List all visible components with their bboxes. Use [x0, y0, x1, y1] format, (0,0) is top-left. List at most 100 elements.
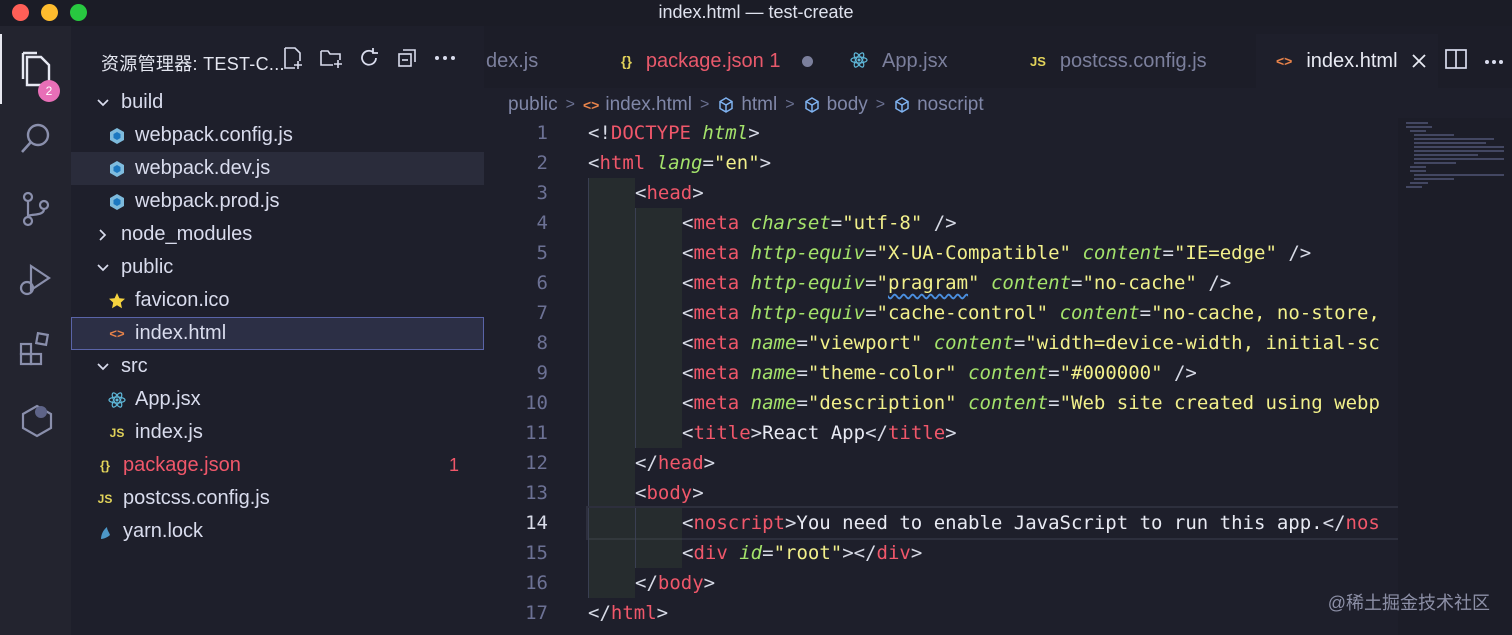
tree-file-webpack-dev[interactable]: webpack.dev.js	[71, 152, 484, 185]
breadcrumb-item[interactable]: html	[741, 94, 777, 116]
close-icon	[1411, 54, 1426, 68]
code-line: 15 < div id = "root" ></div >	[484, 538, 1398, 568]
element-icon	[803, 96, 821, 114]
new-file-icon	[284, 47, 302, 69]
tree-folder-build[interactable]: build	[71, 86, 484, 119]
split-editor-icon	[1445, 48, 1468, 69]
tree-folder-public[interactable]: public	[71, 251, 484, 284]
tree-file-postcss-config[interactable]: JS postcss.config.js	[71, 482, 484, 515]
new-file-button[interactable]	[281, 46, 305, 70]
tree-label: App.jsx	[135, 388, 201, 410]
yarn-icon	[95, 522, 115, 542]
minimap[interactable]	[1398, 118, 1512, 635]
js-icon: JS	[109, 425, 125, 440]
source-control-activity[interactable]	[0, 174, 71, 244]
editor-more-button[interactable]	[1484, 52, 1504, 70]
explorer-title: 资源管理器: TEST-C...	[101, 54, 285, 74]
tab-index-html[interactable]: <> index.html	[1256, 34, 1438, 88]
close-tab-button[interactable]	[1411, 54, 1426, 68]
tree-folder-src[interactable]: src	[71, 350, 484, 383]
search-activity[interactable]	[0, 104, 71, 174]
breadcrumb-item[interactable]: body	[827, 94, 868, 116]
title-bar: index.html — test-create	[0, 0, 1512, 26]
json-icon: {}	[99, 458, 111, 473]
collapse-all-button[interactable]	[395, 46, 419, 70]
remote-icon	[21, 404, 52, 438]
line-number: 6	[536, 272, 548, 294]
tree-file-app-jsx[interactable]: App.jsx	[71, 383, 484, 416]
file-tree: build webpack.config.js webpack.dev.js w…	[71, 86, 484, 548]
tab-index-js[interactable]: dex.js	[484, 34, 596, 88]
html-icon: <>	[109, 326, 125, 341]
json-icon: {}	[621, 53, 632, 69]
tree-label: public	[121, 256, 174, 278]
remote-explorer-activity[interactable]	[0, 384, 71, 454]
line-number: 1	[536, 122, 548, 144]
explorer-sidebar: 资源管理器: TEST-C... build webpack.config.js…	[71, 26, 484, 635]
breadcrumb-item[interactable]: public	[508, 94, 558, 116]
tree-label: yarn.lock	[123, 520, 204, 542]
tree-file-package-json[interactable]: {} package.json 1	[71, 449, 484, 482]
tree-label: postcss.config.js	[123, 487, 270, 509]
tab-package-json[interactable]: {} package.json 1	[601, 34, 828, 88]
watermark: @稀土掘金技术社区	[1327, 593, 1490, 613]
line-number: 10	[525, 392, 548, 414]
tree-file-webpack-prod[interactable]: webpack.prod.js	[71, 185, 484, 218]
chevron-right-icon	[95, 227, 111, 243]
code-line: 9 < meta name = "theme-color" content = "#000…	[484, 358, 1398, 388]
line-number: 3	[536, 182, 548, 204]
react-icon	[850, 51, 868, 72]
line-number: 12	[525, 452, 548, 474]
split-editor-button[interactable]	[1445, 48, 1468, 74]
html-icon: <>	[1276, 53, 1293, 69]
chevron-right-icon: >	[785, 96, 795, 113]
line-number: 2	[536, 152, 548, 174]
tree-file-index-js[interactable]: JS index.js	[71, 416, 484, 449]
run-debug-icon	[19, 263, 51, 296]
line-number: 9	[536, 362, 548, 384]
code-line: 16 </body >	[484, 568, 1398, 598]
breadcrumb-item[interactable]: index.html	[605, 94, 692, 116]
react-icon	[107, 390, 127, 410]
tree-label: webpack.config.js	[135, 124, 293, 146]
tab-postcss-config[interactable]: JS postcss.config.js	[1008, 34, 1252, 88]
chevron-right-icon: >	[565, 96, 575, 113]
line-number: 14	[525, 512, 548, 534]
line-number: 5	[536, 242, 548, 264]
tree-file-favicon[interactable]: favicon.ico	[71, 284, 484, 317]
run-debug-activity[interactable]	[0, 244, 71, 314]
new-folder-button[interactable]	[319, 46, 343, 70]
breadcrumb-item[interactable]: noscript	[917, 94, 984, 116]
tree-file-index-html[interactable]: <> index.html	[71, 317, 484, 350]
tree-label: favicon.ico	[135, 289, 230, 311]
js-icon: JS	[1030, 53, 1046, 69]
tree-file-webpack-config[interactable]: webpack.config.js	[71, 119, 484, 152]
line-number: 4	[536, 212, 548, 234]
code-line: 13 < body >	[484, 478, 1398, 508]
html-icon: <>	[583, 97, 600, 113]
extensions-icon	[19, 331, 49, 366]
code-editor[interactable]: 1 <! DOCTYPE html > 2 < html lang = "en" > 3 <…	[484, 118, 1398, 635]
explorer-activity[interactable]: 2	[0, 34, 71, 104]
chevron-right-icon: >	[875, 96, 886, 113]
line-number: 17	[525, 602, 548, 624]
tree-file-yarn-lock[interactable]: yarn.lock	[71, 515, 484, 548]
element-icon	[893, 96, 911, 114]
ellipsis-icon	[435, 56, 455, 60]
code-line: 1 <! DOCTYPE html >	[484, 118, 1398, 148]
tab-bar: dex.js {} package.json 1 App.jsx JS post…	[484, 26, 1512, 88]
spelling-warning[interactable]: pragram	[888, 272, 968, 294]
refresh-button[interactable]	[357, 46, 381, 70]
tree-folder-node-modules[interactable]: node_modules	[71, 218, 484, 251]
more-actions-button[interactable]	[433, 46, 457, 70]
extensions-activity[interactable]	[0, 314, 71, 384]
tree-label: src	[121, 355, 148, 377]
unsaved-dot-icon[interactable]	[802, 55, 814, 67]
window-title: index.html — test-create	[658, 2, 854, 22]
tree-label: node_modules	[121, 223, 253, 245]
explorer-badge: 2	[38, 80, 60, 102]
tab-app-jsx[interactable]: App.jsx	[832, 34, 1004, 88]
code-line: 2 < html lang = "en" >	[484, 148, 1398, 178]
chevron-down-icon	[95, 260, 111, 276]
tree-label: index.html	[135, 322, 227, 344]
